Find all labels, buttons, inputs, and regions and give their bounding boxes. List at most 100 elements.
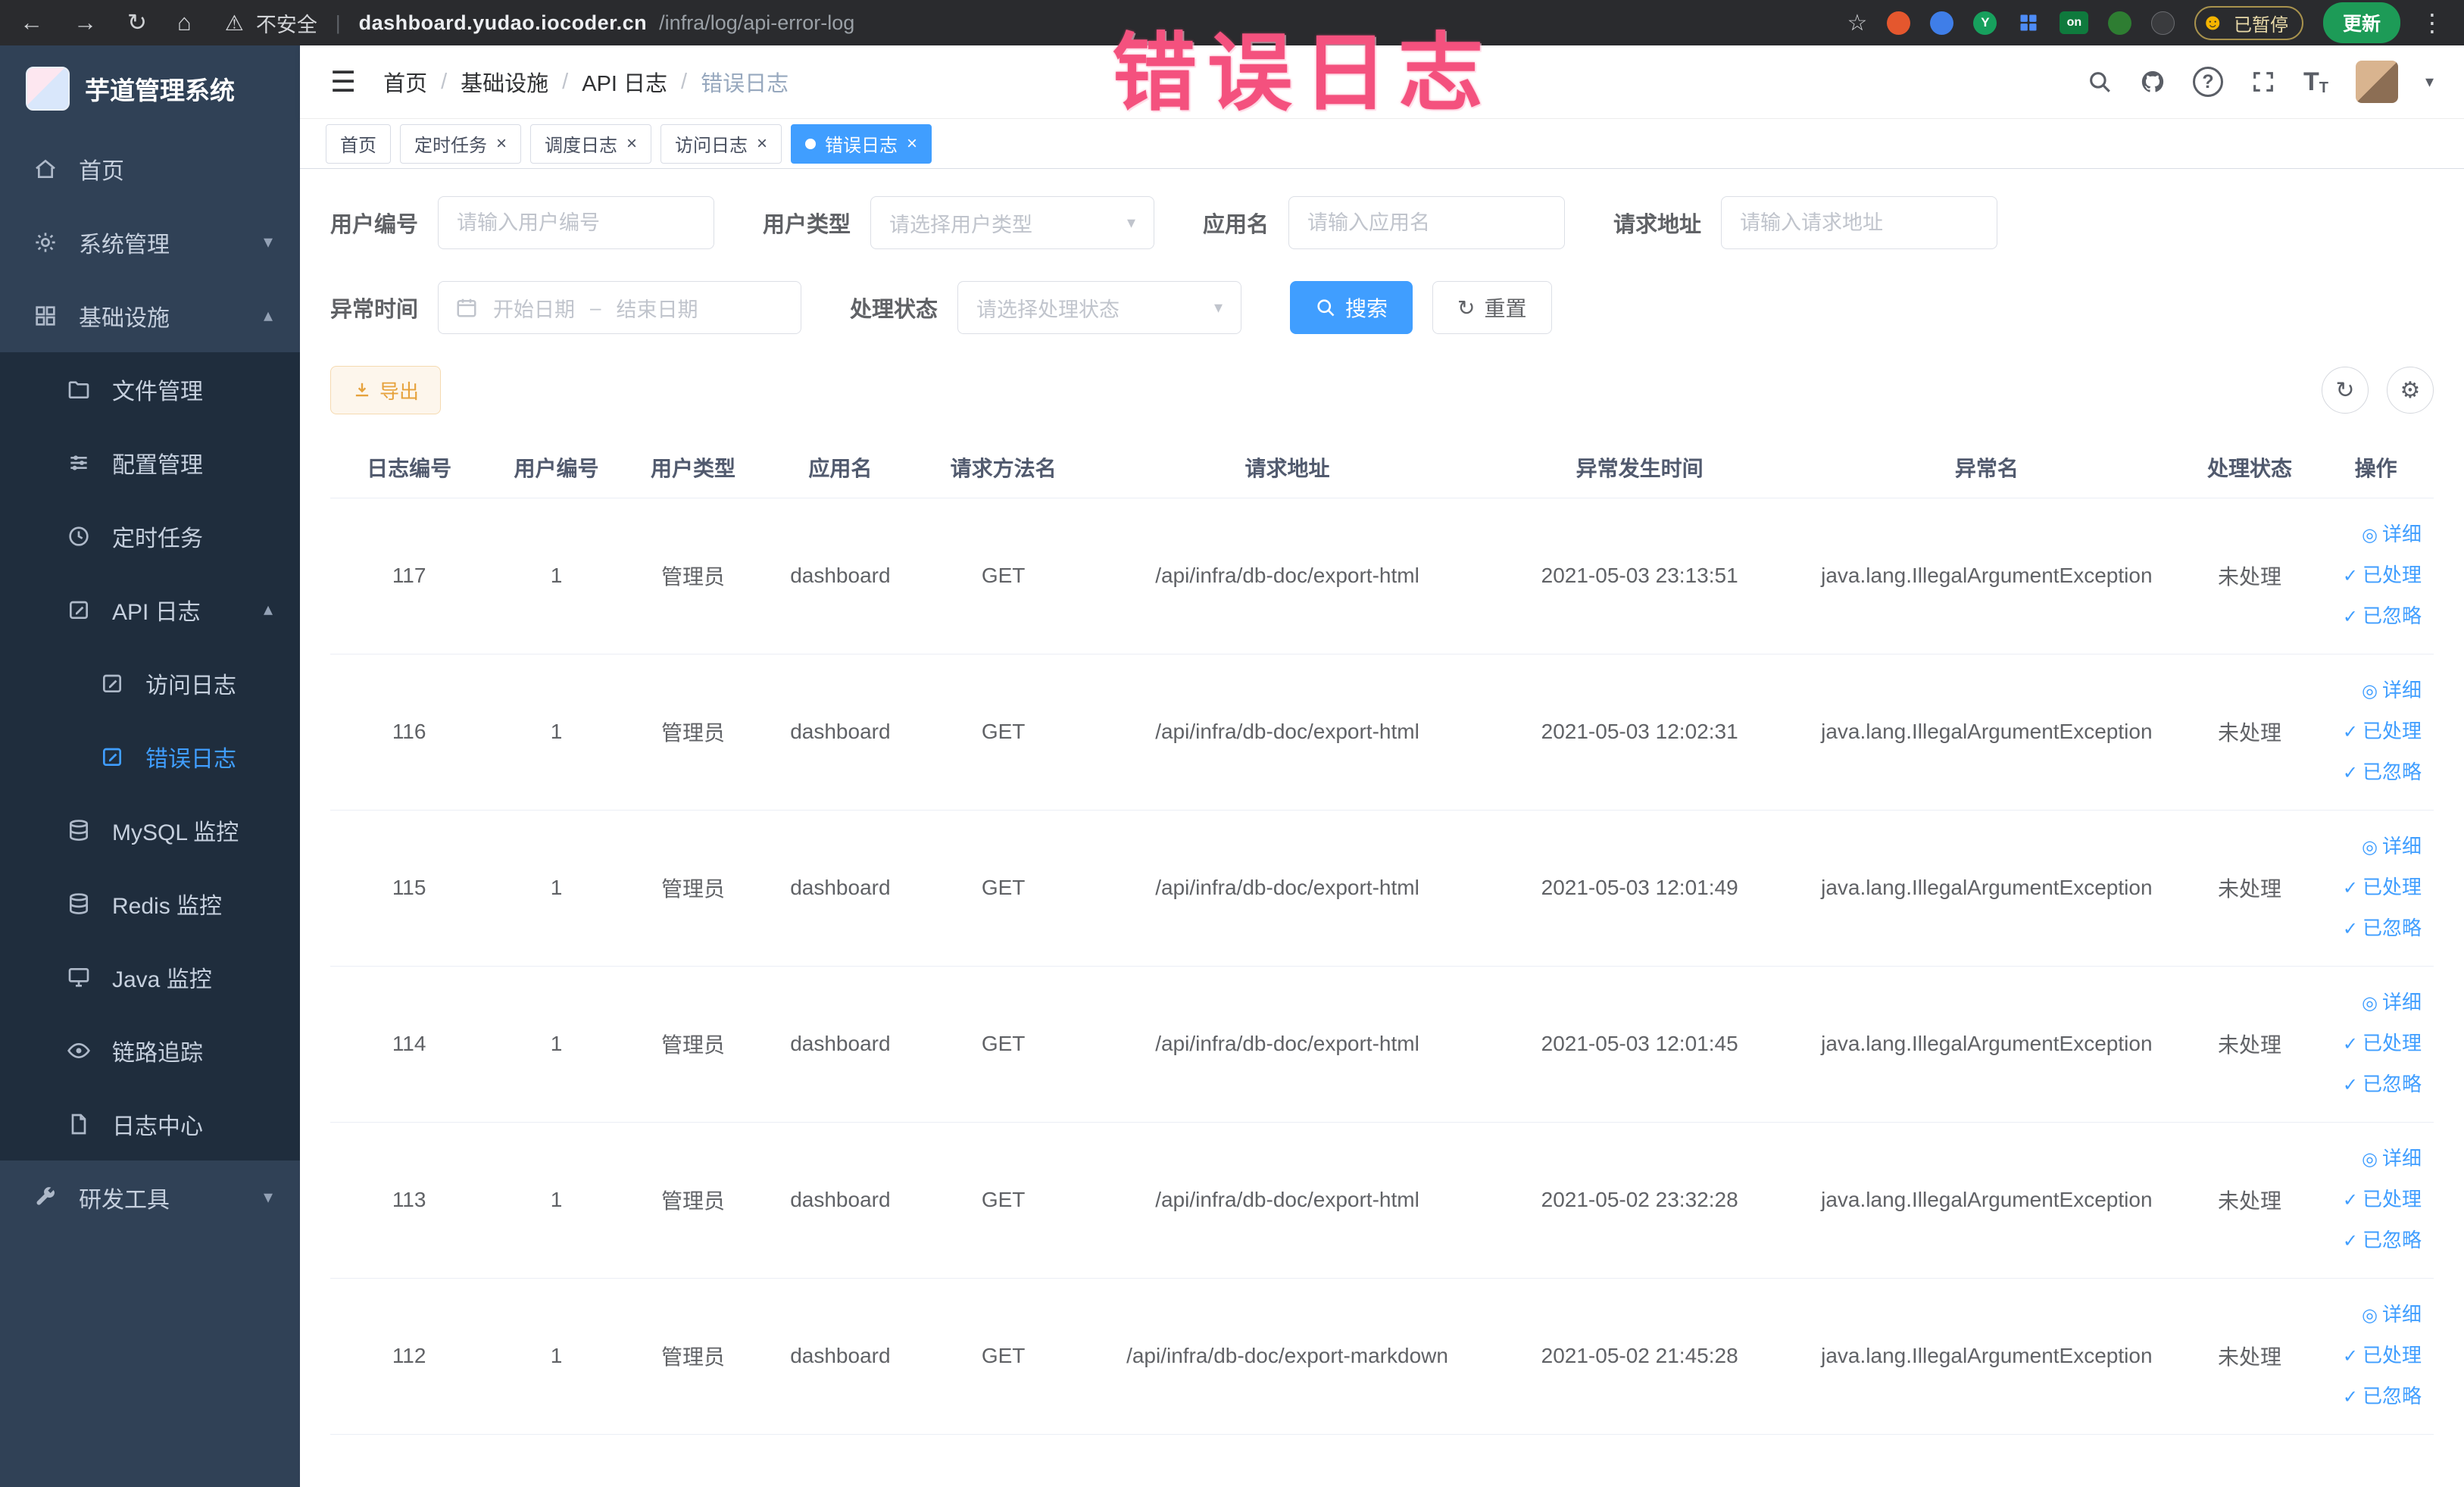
error-log-table: 日志编号 用户编号 用户类型 应用名 请求方法名 请求地址 异常发生时间 异常名… xyxy=(330,437,2434,1435)
reload-icon[interactable]: ↻ xyxy=(127,9,147,36)
app-name-input[interactable] xyxy=(1288,196,1566,249)
action-ignored[interactable]: ✓ 已忽略 xyxy=(2325,1376,2422,1417)
action-detail[interactable]: ◎ 详细 xyxy=(2325,514,2422,555)
extension-icon[interactable] xyxy=(1887,11,1911,35)
user-avatar[interactable] xyxy=(2355,61,2398,103)
action-processed[interactable]: ✓ 已处理 xyxy=(2325,867,2422,908)
breadcrumb-home[interactable]: 首页 xyxy=(383,66,427,98)
close-icon[interactable]: × xyxy=(907,134,917,153)
browser-home-icon[interactable]: ⌂ xyxy=(177,9,192,36)
update-button[interactable]: 更新 xyxy=(2322,2,2400,43)
cell-exception-time: 2021-05-02 21:45:28 xyxy=(1487,1278,1792,1435)
sidebar-item-redis-monitor[interactable]: Redis 监控 xyxy=(0,867,300,940)
wrench-icon xyxy=(33,1186,67,1210)
cell-request-url: /api/infra/db-doc/export-html xyxy=(1087,810,1488,967)
action-ignored[interactable]: ✓ 已忽略 xyxy=(2325,908,2422,949)
sidebar-item-log-center[interactable]: 日志中心 xyxy=(0,1087,300,1161)
address-bar[interactable]: ⚠ 不安全 | dashboard.yudao.iocoder.cn/infra… xyxy=(225,8,1847,38)
tab-home[interactable]: 首页 xyxy=(326,123,391,164)
search-button[interactable]: 搜索 xyxy=(1290,281,1413,334)
close-icon[interactable]: × xyxy=(757,134,767,153)
chevron-down-icon: ▾ xyxy=(263,232,273,252)
profile-paused-badge[interactable]: ☻ 已暂停 xyxy=(2194,5,2303,40)
fullscreen-icon[interactable] xyxy=(2250,69,2276,95)
tab-access-log[interactable]: 访问日志 × xyxy=(661,123,782,164)
extension-icon[interactable] xyxy=(2151,11,2175,35)
back-icon[interactable]: ← xyxy=(20,9,43,36)
close-icon[interactable]: × xyxy=(626,134,637,153)
bookmark-star-icon[interactable]: ☆ xyxy=(1847,10,1868,36)
extension-grid-icon[interactable] xyxy=(2016,11,2040,35)
extension-icon[interactable] xyxy=(1930,11,1954,35)
tab-dispatch-log[interactable]: 调度日志 × xyxy=(530,123,652,164)
app-logo-row[interactable]: 芋道管理系统 xyxy=(0,45,300,132)
sidebar-item-java-monitor[interactable]: Java 监控 xyxy=(0,940,300,1014)
sidebar-item-mysql-monitor[interactable]: MySQL 监控 xyxy=(0,793,300,867)
action-detail[interactable]: ◎ 详细 xyxy=(2325,1139,2422,1179)
sidebar-item-infrastructure[interactable]: 基础设施 ▴ xyxy=(0,279,300,352)
cell-app-name: dashboard xyxy=(761,810,920,967)
home-icon xyxy=(33,157,67,181)
extension-on-badge[interactable]: on xyxy=(2060,11,2089,34)
check-icon: ✓ xyxy=(2342,878,2358,898)
clock-icon xyxy=(67,524,100,548)
tab-error-log[interactable]: 错误日志 × xyxy=(791,123,932,164)
action-ignored[interactable]: ✓ 已忽略 xyxy=(2325,752,2422,793)
check-icon: ✓ xyxy=(2342,1190,2358,1211)
export-button[interactable]: 导出 xyxy=(330,366,442,414)
sidebar-item-config-management[interactable]: 配置管理 xyxy=(0,426,300,499)
action-detail[interactable]: ◎ 详细 xyxy=(2325,982,2422,1023)
close-icon[interactable]: × xyxy=(496,134,507,153)
action-processed[interactable]: ✓ 已处理 xyxy=(2325,1023,2422,1064)
action-ignored[interactable]: ✓ 已忽略 xyxy=(2325,1064,2422,1105)
browser-menu-icon[interactable]: ⋮ xyxy=(2420,8,2444,37)
action-detail[interactable]: ◎ 详细 xyxy=(2325,670,2422,711)
profile-avatar-icon: ☻ xyxy=(2200,10,2225,35)
action-processed[interactable]: ✓ 已处理 xyxy=(2325,711,2422,752)
action-detail[interactable]: ◎ 详细 xyxy=(2325,1295,2422,1335)
action-ignored[interactable]: ✓ 已忽略 xyxy=(2325,1220,2422,1261)
sidebar-item-file-management[interactable]: 文件管理 xyxy=(0,352,300,426)
github-icon[interactable] xyxy=(2140,69,2166,95)
extension-icon[interactable] xyxy=(2108,11,2132,35)
reset-button[interactable]: ↻ 重置 xyxy=(1432,281,1552,334)
request-url-input[interactable] xyxy=(1721,196,1998,249)
sidebar-item-access-log[interactable]: 访问日志 xyxy=(0,646,300,720)
user-type-select[interactable]: 请选择用户类型 ▾ xyxy=(870,196,1155,249)
action-detail[interactable]: ◎ 详细 xyxy=(2325,826,2422,867)
cell-method: GET xyxy=(919,654,1088,811)
sidebar-item-link-tracing[interactable]: 链路追踪 xyxy=(0,1014,300,1087)
cell-app-name: dashboard xyxy=(761,654,920,811)
cell-log-id: 115 xyxy=(330,810,489,967)
action-processed[interactable]: ✓ 已处理 xyxy=(2325,1335,2422,1376)
cell-user-id: 1 xyxy=(488,498,625,654)
cell-app-name: dashboard xyxy=(761,1278,920,1435)
cell-exception-name: java.lang.IllegalArgumentException xyxy=(1791,966,2181,1123)
breadcrumb-api-log[interactable]: API 日志 xyxy=(582,66,667,98)
help-icon[interactable]: ? xyxy=(2192,67,2223,97)
sidebar-item-error-log[interactable]: 错误日志 xyxy=(0,720,300,793)
font-size-icon[interactable]: TT xyxy=(2303,67,2328,97)
breadcrumb-infrastructure[interactable]: 基础设施 xyxy=(461,66,548,98)
action-processed[interactable]: ✓ 已处理 xyxy=(2325,1179,2422,1220)
extension-icon[interactable]: Y xyxy=(1973,11,1997,35)
process-status-select[interactable]: 请选择处理状态 ▾ xyxy=(957,281,1242,334)
sidebar-item-system-management[interactable]: 系统管理 ▾ xyxy=(0,205,300,279)
sidebar-item-api-log[interactable]: API 日志 ▴ xyxy=(0,573,300,646)
action-processed[interactable]: ✓ 已处理 xyxy=(2325,555,2422,596)
user-id-input[interactable] xyxy=(438,196,715,249)
sidebar-item-home[interactable]: 首页 xyxy=(0,132,300,205)
sidebar-item-dev-tools[interactable]: 研发工具 ▾ xyxy=(0,1161,300,1234)
action-ignored[interactable]: ✓ 已忽略 xyxy=(2325,596,2422,637)
tab-scheduled-tasks[interactable]: 定时任务 × xyxy=(400,123,522,164)
forward-icon[interactable]: → xyxy=(73,9,97,36)
column-settings-button[interactable]: ⚙ xyxy=(2387,367,2434,414)
eye-icon xyxy=(67,1039,100,1063)
sidebar: 芋道管理系统 首页 系统管理 ▾ 基础设施 ▴ 文件管理 配置管理 定时任务 A… xyxy=(0,45,300,1487)
hamburger-icon[interactable]: ☰ xyxy=(330,65,356,99)
search-icon[interactable] xyxy=(2087,69,2113,95)
date-range-picker[interactable]: 开始日期 – 结束日期 xyxy=(438,281,802,334)
refresh-button[interactable]: ↻ xyxy=(2322,367,2369,414)
sidebar-item-scheduled-tasks[interactable]: 定时任务 xyxy=(0,499,300,573)
caret-down-icon[interactable]: ▾ xyxy=(2425,72,2434,92)
